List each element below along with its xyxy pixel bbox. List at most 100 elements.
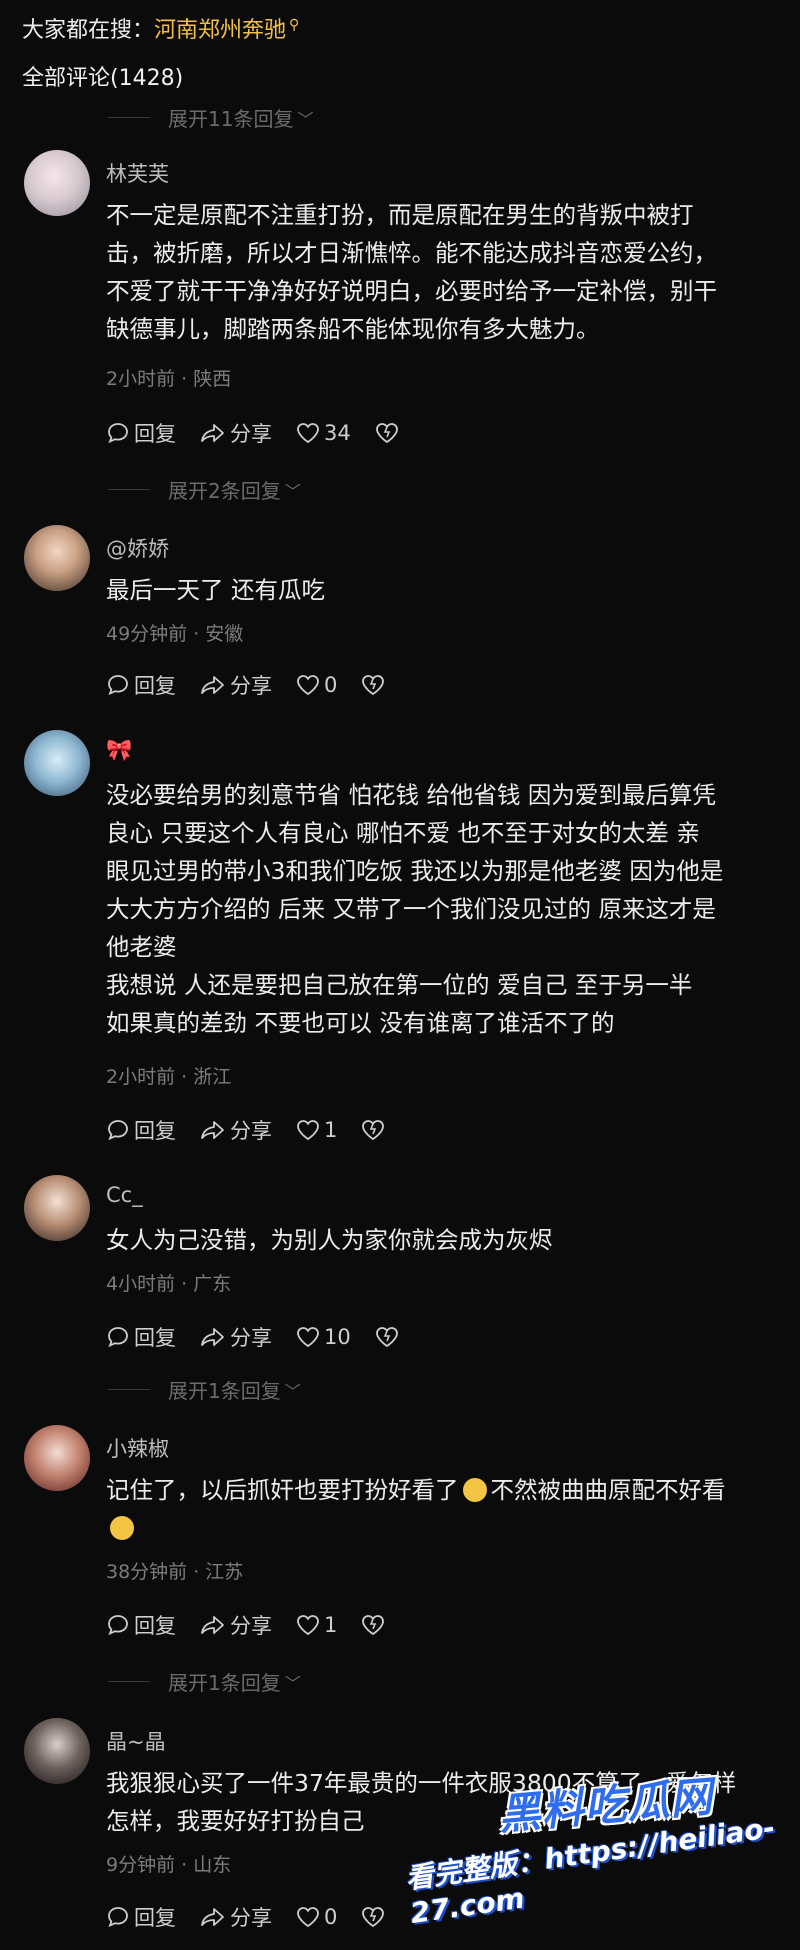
reply-icon: [108, 1907, 128, 1928]
like-count: 0: [324, 1905, 338, 1929]
eye-roll-emoji-icon: [462, 1478, 487, 1502]
share-button[interactable]: 分享: [200, 1610, 272, 1640]
expand-replies-button[interactable]: 展开2条回复 ﹀: [108, 475, 301, 504]
username[interactable]: Cc_: [106, 1183, 143, 1207]
username[interactable]: 林芙芙: [106, 158, 169, 188]
broken-heart-icon: [362, 1615, 385, 1636]
share-button[interactable]: 分享: [200, 1322, 272, 1352]
share-icon: [201, 676, 224, 694]
chevron-down-icon: ﹀: [284, 481, 301, 501]
dislike-button[interactable]: [361, 1119, 389, 1141]
share-icon: [201, 1908, 224, 1926]
reply-icon: [108, 675, 128, 696]
comment-actions: 回复 分享 10: [106, 1322, 427, 1352]
like-button[interactable]: 0: [296, 673, 337, 697]
heart-icon: [297, 423, 319, 444]
chevron-down-icon: ﹀: [284, 1673, 301, 1693]
heart-icon: [297, 1120, 319, 1141]
share-button[interactable]: 分享: [200, 418, 272, 448]
broken-heart-icon: [375, 1327, 398, 1348]
expand-label: 展开1条回复: [168, 1671, 281, 1695]
dislike-button[interactable]: [361, 1906, 389, 1928]
reply-button[interactable]: 回复: [106, 670, 176, 700]
like-count: 1: [324, 1613, 338, 1637]
like-count: 34: [324, 421, 351, 445]
chevron-down-icon: ﹀: [284, 1381, 301, 1401]
comment-meta: 4小时前 · 广东: [106, 1273, 232, 1295]
share-button[interactable]: 分享: [200, 1902, 272, 1932]
reply-icon: [108, 1327, 128, 1348]
avatar[interactable]: [24, 525, 90, 591]
reply-button[interactable]: 回复: [106, 1610, 176, 1640]
avatar[interactable]: [24, 730, 90, 796]
comment-text: 记住了，以后抓奸也要打扮好看了 不然被曲曲原配不好看: [106, 1471, 774, 1547]
comment-text: 没必要给男的刻意节省 怕花钱 给他省钱 因为爱到最后算凭 良心 只要这个人有良心…: [106, 781, 724, 1037]
reply-button[interactable]: 回复: [106, 1322, 176, 1352]
like-button[interactable]: 1: [296, 1118, 337, 1142]
comment-meta: 38分钟前 · 江苏: [106, 1561, 244, 1583]
broken-heart-icon: [362, 1907, 385, 1928]
like-count: 0: [324, 673, 338, 697]
reply-button[interactable]: 回复: [106, 1902, 176, 1932]
expand-label: 展开2条回复: [168, 479, 281, 503]
heart-icon: [297, 1907, 319, 1928]
avatar[interactable]: [24, 150, 90, 216]
expand-replies-button[interactable]: 展开1条回复 ﹀: [108, 1375, 301, 1404]
chevron-down-icon: ﹀: [297, 109, 314, 129]
comment-meta: 9分钟前 · 山东: [106, 1854, 232, 1876]
comment-actions: 回复 分享 0: [106, 1902, 413, 1932]
search-icon: ⚲: [289, 16, 300, 33]
expand-replies-button[interactable]: 展开11条回复 ﹀: [108, 103, 313, 132]
comment-text: 不一定是原配不注重打扮，而是原配在男生的背叛中被打 击，被折磨，所以才日渐憔悴。…: [106, 201, 717, 343]
comment-actions: 回复 分享 1: [106, 1115, 413, 1145]
dislike-button[interactable]: [375, 422, 403, 444]
username[interactable]: 小辣椒: [106, 1433, 169, 1463]
share-icon: [201, 1121, 224, 1139]
dislike-button[interactable]: [375, 1326, 403, 1348]
broken-heart-icon: [375, 423, 398, 444]
username[interactable]: 🎀: [106, 738, 132, 763]
like-count: 10: [324, 1325, 351, 1349]
broken-heart-icon: [362, 1120, 385, 1141]
dislike-button[interactable]: [361, 674, 389, 696]
username[interactable]: @娇娇: [106, 533, 169, 563]
divider: [108, 1681, 150, 1682]
search-keyword[interactable]: 河南郑州奔驰: [154, 18, 286, 43]
heart-icon: [297, 1615, 319, 1636]
comment-text: 最后一天了 还有瓜吃: [106, 576, 325, 604]
reply-button[interactable]: 回复: [106, 418, 176, 448]
reply-button[interactable]: 回复: [106, 1115, 176, 1145]
like-button[interactable]: 1: [296, 1613, 337, 1637]
username[interactable]: 晶~晶: [106, 1726, 166, 1756]
comment-text: 女人为己没错，为别人为家你就会成为灰烬: [106, 1226, 553, 1254]
search-prefix: 大家都在搜：: [22, 18, 155, 43]
comment-actions: 回复 分享 1: [106, 1610, 413, 1640]
comment-meta: 2小时前 · 陕西: [106, 368, 232, 390]
divider: [108, 1389, 150, 1390]
expand-label: 展开11条回复: [168, 107, 294, 131]
like-button[interactable]: 34: [296, 421, 351, 445]
avatar[interactable]: [24, 1718, 90, 1784]
expand-label: 展开1条回复: [168, 1379, 281, 1403]
dislike-button[interactable]: [361, 1614, 389, 1636]
reply-icon: [108, 1120, 128, 1141]
comment-meta: 49分钟前 · 安徽: [106, 623, 244, 645]
heart-icon: [297, 1327, 319, 1348]
share-icon: [201, 1328, 224, 1346]
comment-meta: 2小时前 · 浙江: [106, 1066, 232, 1088]
like-count: 1: [324, 1118, 338, 1142]
search-suggestion[interactable]: 大家都在搜：河南郑州奔驰 ⚲: [22, 12, 299, 44]
reply-icon: [108, 1615, 128, 1636]
avatar[interactable]: [24, 1425, 90, 1491]
divider: [108, 489, 150, 490]
share-icon: [201, 1616, 224, 1634]
share-button[interactable]: 分享: [200, 1115, 272, 1145]
comment-actions: 回复 分享 0: [106, 670, 413, 700]
comment-actions: 回复 分享 34: [106, 418, 427, 448]
like-button[interactable]: 10: [296, 1325, 351, 1349]
avatar[interactable]: [24, 1175, 90, 1241]
share-button[interactable]: 分享: [200, 670, 272, 700]
comments-count-title: 全部评论(1428): [22, 66, 184, 91]
expand-replies-button[interactable]: 展开1条回复 ﹀: [108, 1667, 301, 1696]
like-button[interactable]: 0: [296, 1905, 337, 1929]
